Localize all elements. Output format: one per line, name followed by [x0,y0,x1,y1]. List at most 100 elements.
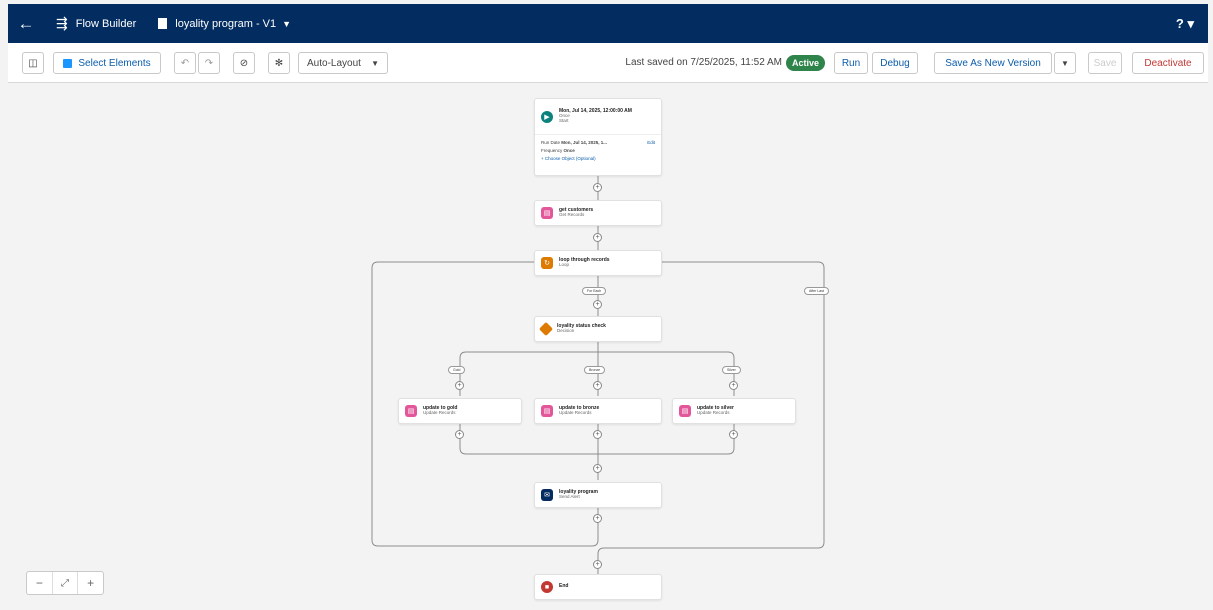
run-date-label: Run Date [541,140,561,145]
email-icon: ✉ [541,489,553,501]
deactivate-button[interactable]: Deactivate [1132,52,1204,74]
gear-icon: ✻ [274,57,284,69]
save-as-new-version-button[interactable]: Save As New Version [934,52,1052,74]
app-header: ← ⇶ Flow Builder loyality program - V1 ▼… [8,4,1208,43]
edit-link[interactable]: Edit [647,139,655,147]
update-records-icon: ▤ [541,405,553,417]
label-bronze: Bronze [584,366,606,374]
select-elements-button[interactable]: Select Elements [53,52,161,74]
run-date-row: Run Date Mon, Jul 14, 2025, 1... Edit [541,139,655,147]
frequency-label: Frequency [541,148,563,154]
chevron-down-icon: ▼ [1061,58,1069,68]
add-element-button[interactable]: + [729,430,738,439]
zoom-in-button[interactable]: + [78,572,103,594]
node-end[interactable]: ■ End [534,574,662,600]
node-title: End [559,583,569,590]
add-element-button[interactable]: + [593,464,602,473]
label-silver: Silver [722,366,741,374]
undo-button[interactable]: ↶ [174,52,196,74]
node-decision[interactable]: loyality status check Decision [534,316,662,342]
app-name: Flow Builder [75,17,137,30]
start-node-text: Mon, Jul 14, 2025, 12:00:00 AM Once Star… [559,108,632,124]
run-date-value: Mon, Jul 14, 2025, 1... [561,140,608,145]
flow-canvas[interactable]: ▶ Mon, Jul 14, 2025, 12:00:00 AM Once St… [8,84,1208,606]
node-text: loop through records Loop [559,257,610,268]
select-elements-label: Select Elements [78,57,151,69]
play-icon: ▶ [541,110,553,123]
label-for-each: For Each [582,287,607,295]
add-element-button[interactable]: + [593,381,602,390]
save-button[interactable]: Save [1088,52,1122,74]
node-send-alert[interactable]: ✉ loyality program Send Alert [534,482,662,508]
chevron-down-icon: ▼ [371,58,379,68]
node-text: update to gold Update Records [423,405,457,416]
add-element-button[interactable]: + [455,430,464,439]
start-line3: Start [559,118,569,124]
zoom-out-button[interactable]: − [27,572,53,594]
choose-object-link[interactable]: + Choose Object (Optional) [541,155,655,163]
errors-button[interactable]: ⊘ [233,52,255,74]
toolbar: ◫ Select Elements ↶ ↷ ⊘ ✻ Auto-Layout ▼ L… [8,43,1208,83]
get-records-icon: ▤ [541,207,553,219]
start-node-details: Run Date Mon, Jul 14, 2025, 1... Edit Fr… [535,135,661,167]
node-subtitle: Decision [557,328,575,334]
status-badge: Active [786,55,826,71]
layout-select[interactable]: Auto-Layout ▼ [298,52,388,74]
layout-label: Auto-Layout [307,57,361,69]
run-button[interactable]: Run [834,52,868,74]
decision-icon [538,321,554,337]
stop-icon: ■ [541,581,553,593]
flow-builder-app: ← ⇶ Flow Builder loyality program - V1 ▼… [0,0,1213,610]
node-text: get customers Get Records [559,207,593,218]
redo-button[interactable]: ↷ [198,52,220,74]
document-icon [158,18,168,29]
node-loop[interactable]: ↻ loop through records Loop [534,250,662,276]
frequency-row: Frequency Once [541,147,655,155]
zoom-controls: − ⤢ + [26,571,104,595]
add-element-button[interactable]: + [593,300,602,309]
node-update-silver[interactable]: ▤ update to silver Update Records [672,398,796,424]
node-subtitle: Update Records [559,410,592,416]
node-subtitle: Loop [559,262,570,268]
add-element-button[interactable]: + [593,430,602,439]
toggle-panel-button[interactable]: ◫ [22,52,44,74]
node-subtitle: Update Records [423,410,456,416]
start-node-header: ▶ Mon, Jul 14, 2025, 12:00:00 AM Once St… [535,99,661,135]
add-element-button[interactable]: + [729,381,738,390]
add-element-button[interactable]: + [593,560,602,569]
label-gold: Gold [448,366,466,374]
settings-button[interactable]: ✻ [268,52,290,74]
ban-icon: ⊘ [239,57,249,69]
node-text: End [559,583,569,590]
redo-icon: ↷ [204,57,214,69]
node-text: update to silver Update Records [697,405,734,416]
panel-icon: ◫ [28,57,38,69]
back-arrow-icon[interactable]: ← [8,14,44,34]
add-element-button[interactable]: + [593,183,602,192]
fit-view-button[interactable]: ⤢ [53,572,79,594]
add-element-button[interactable]: + [455,381,464,390]
node-subtitle: Update Records [697,410,730,416]
undo-icon: ↶ [180,57,190,69]
add-element-button[interactable]: + [593,514,602,523]
help-icon[interactable]: ? ▾ [1176,16,1194,32]
help-label: ? [1175,15,1184,31]
node-update-gold[interactable]: ▤ update to gold Update Records [398,398,522,424]
label-after-last: After Last [804,287,829,295]
debug-button[interactable]: Debug [872,52,918,74]
start-node[interactable]: ▶ Mon, Jul 14, 2025, 12:00:00 AM Once St… [534,98,662,176]
select-elements-icon [63,58,73,68]
node-update-bronze[interactable]: ▤ update to bronze Update Records [534,398,662,424]
chevron-down-icon[interactable]: ▼ [282,19,291,29]
node-subtitle: Send Alert [559,494,580,500]
add-element-button[interactable]: + [593,233,602,242]
node-text: loyality status check Decision [557,323,606,334]
flow-name[interactable]: loyality program - V1 [175,18,276,30]
frequency-value: Once [563,148,575,154]
node-subtitle: Get Records [559,212,585,218]
update-records-icon: ▤ [405,405,417,417]
node-get-customers[interactable]: ▤ get customers Get Records [534,200,662,226]
update-records-icon: ▤ [679,405,691,417]
save-options-button[interactable]: ▼ [1054,52,1076,74]
node-text: loyality program Send Alert [559,489,598,500]
